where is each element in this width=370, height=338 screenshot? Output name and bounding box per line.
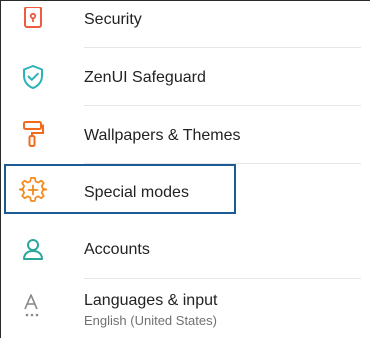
shield-check-icon: [19, 63, 47, 91]
person-icon: [19, 235, 47, 263]
lock-icon: [19, 5, 47, 33]
language-icon: [19, 293, 47, 321]
settings-item-languages-input[interactable]: Languages & input English (United States…: [1, 279, 370, 338]
settings-item-label: Security: [84, 11, 142, 28]
settings-item-security[interactable]: Security: [1, 1, 370, 48]
settings-list: Security ZenUI Safeguard Wallpapers & Th…: [0, 0, 370, 338]
settings-item-sublabel: English (United States): [84, 313, 217, 328]
settings-item-accounts[interactable]: Accounts: [1, 221, 370, 279]
settings-item-zenui-safeguard[interactable]: ZenUI Safeguard: [1, 48, 370, 106]
paint-roller-icon: [19, 120, 47, 148]
settings-item-label: Accounts: [84, 241, 150, 258]
settings-item-label: ZenUI Safeguard: [84, 69, 206, 86]
selection-highlight: [4, 164, 236, 214]
settings-item-label: Wallpapers & Themes: [84, 127, 241, 144]
settings-item-wallpapers-themes[interactable]: Wallpapers & Themes: [1, 106, 370, 164]
settings-item-label: Languages & input: [84, 292, 218, 309]
